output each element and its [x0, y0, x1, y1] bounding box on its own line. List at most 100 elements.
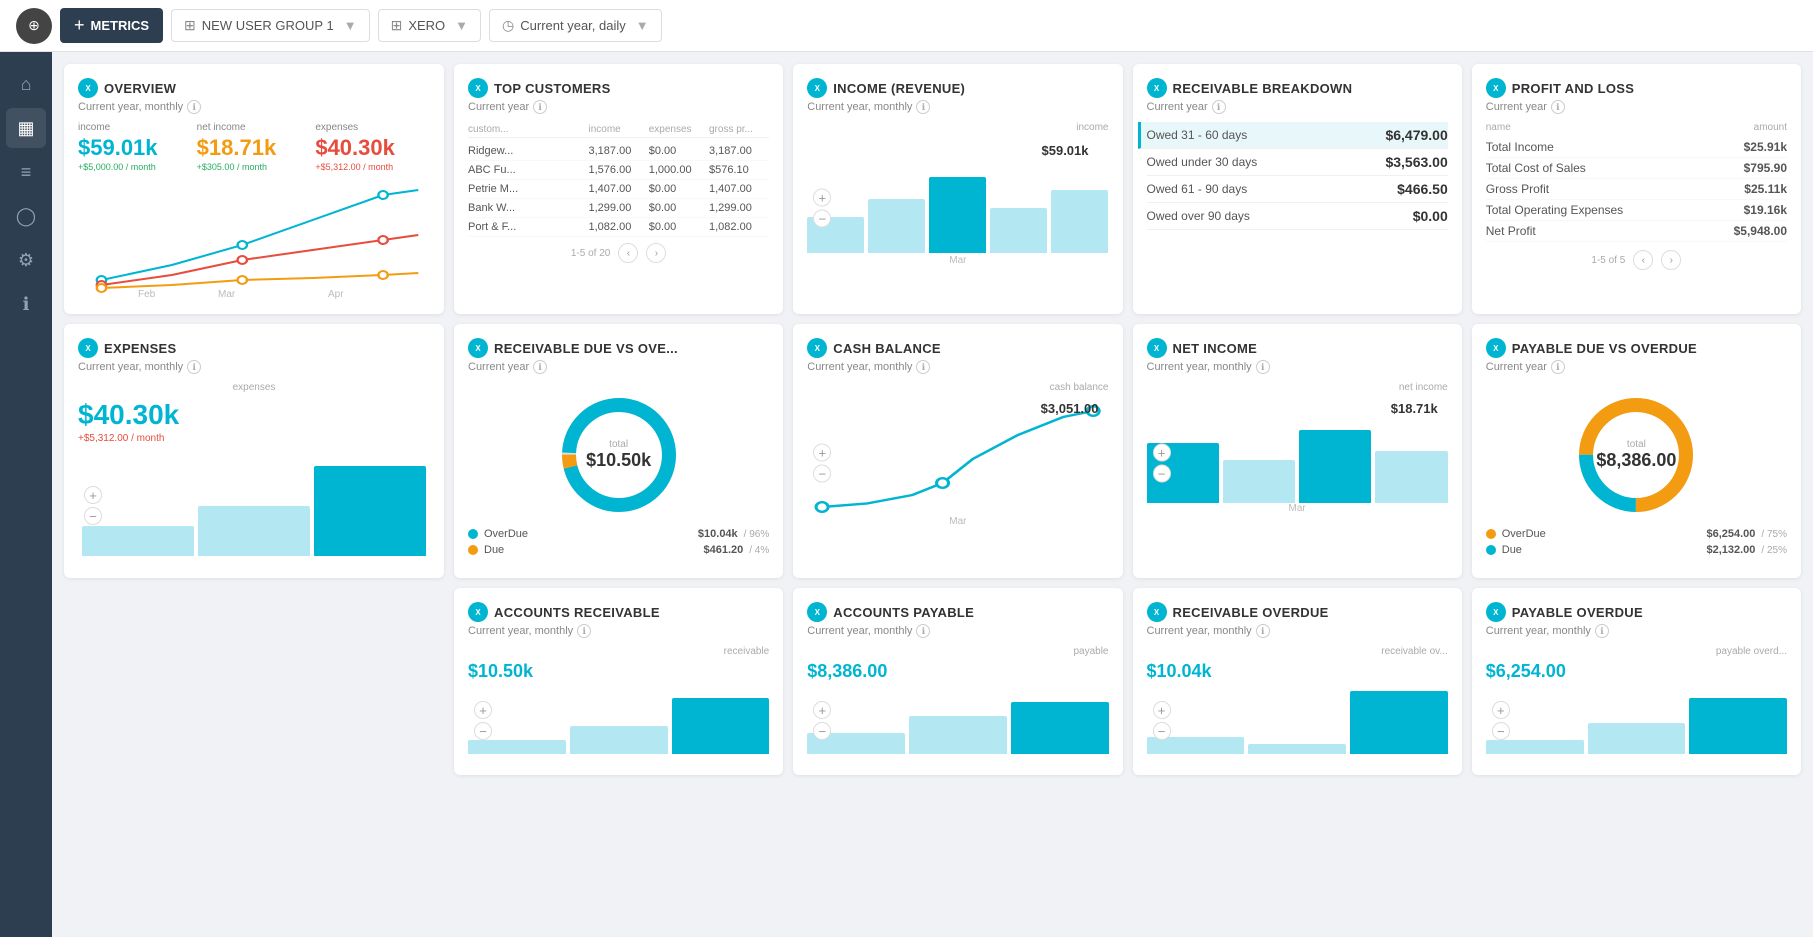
net-income-label: net income: [197, 122, 312, 133]
cb-zoom-out[interactable]: −: [813, 465, 831, 483]
sidebar-item-info[interactable]: ℹ: [6, 284, 46, 324]
ro-zoom-in[interactable]: +: [1153, 701, 1171, 719]
ar-zoom-out[interactable]: −: [474, 722, 492, 740]
ir-info-icon[interactable]: ℹ: [916, 100, 930, 114]
po-bar-3: [1689, 698, 1787, 754]
sidebar-item-list[interactable]: ≡: [6, 152, 46, 192]
pl-title: PROFIT AND LOSS: [1512, 81, 1634, 96]
cb-zoom-in[interactable]: +: [813, 444, 831, 462]
ar-bar-1: [468, 740, 566, 754]
xero-icon: ⊞: [391, 17, 403, 34]
ir-bar-4: [990, 208, 1047, 253]
top-nav: ⊕ + METRICS ⊞ NEW USER GROUP 1 ▼ ⊞ XERO …: [0, 0, 1813, 52]
ar-bar-2: [570, 726, 668, 754]
pdv-donut-label: total $8,386.00: [1596, 439, 1676, 471]
sidebar-item-dashboard[interactable]: ▦: [6, 108, 46, 148]
sidebar-item-tools[interactable]: ⚙: [6, 240, 46, 280]
overview-info-icon[interactable]: ℹ: [187, 100, 201, 114]
rb-rows: Owed 31 - 60 days $6,479.00 Owed under 3…: [1147, 122, 1448, 230]
ni-info-icon[interactable]: ℹ: [1256, 360, 1270, 374]
ir-zoom-in[interactable]: +: [813, 189, 831, 207]
ap-info-icon[interactable]: ℹ: [916, 624, 930, 638]
logo: ⊕: [16, 8, 52, 44]
ap-value: $8,386.00: [807, 661, 1108, 682]
tc-prev-button[interactable]: ‹: [618, 243, 638, 263]
ap-bar-3: [1011, 702, 1109, 755]
ar-zoom-in[interactable]: +: [474, 701, 492, 719]
pdv-header: X PAYABLE DUE VS OVERDUE: [1486, 338, 1787, 358]
po-header: X PAYABLE OVERDUE: [1486, 602, 1787, 622]
pdv-badge: X: [1486, 338, 1506, 358]
ap-zoom-in[interactable]: +: [813, 701, 831, 719]
ar-chart: $10.50k + −: [468, 661, 769, 761]
exp-zoom-out[interactable]: −: [84, 507, 102, 525]
rb-header: X RECEIVABLE BREAKDOWN: [1147, 78, 1448, 98]
ap-title: ACCOUNTS PAYABLE: [833, 605, 974, 620]
pdv-info-icon[interactable]: ℹ: [1551, 360, 1565, 374]
xero-dropdown[interactable]: ⊞ XERO ▼: [378, 9, 481, 42]
exp-label: expenses: [78, 382, 430, 393]
tc-title: TOP CUSTOMERS: [494, 81, 611, 96]
date-chevron-icon: ▼: [636, 18, 649, 33]
rdv-donut-container: total $10.50k OverDue $10.04k / 96%: [468, 382, 769, 564]
po-zoom-out[interactable]: −: [1492, 722, 1510, 740]
cb-info-icon[interactable]: ℹ: [916, 360, 930, 374]
exp-zoom-in[interactable]: +: [84, 486, 102, 504]
ap-zoom-out[interactable]: −: [813, 722, 831, 740]
ir-axis-label: Mar: [807, 255, 1108, 266]
tc-next-button[interactable]: ›: [646, 243, 666, 263]
pl-info-icon[interactable]: ℹ: [1551, 100, 1565, 114]
ro-badge: X: [1147, 602, 1167, 622]
rb-info-icon[interactable]: ℹ: [1212, 100, 1226, 114]
ro-info-icon[interactable]: ℹ: [1256, 624, 1270, 638]
ap-subtitle: Current year, monthly ℹ: [807, 624, 1108, 638]
tc-page-info: 1-5 of 20: [571, 248, 610, 259]
expenses-card: X EXPENSES Current year, monthly ℹ expen…: [64, 324, 444, 578]
tc-info-icon[interactable]: ℹ: [533, 100, 547, 114]
ro-bar-3: [1350, 691, 1448, 754]
pl-row-4: Total Operating Expenses$19.16k: [1486, 200, 1787, 221]
ar-value: $10.50k: [468, 661, 769, 682]
ir-zoom-out[interactable]: −: [813, 210, 831, 228]
main-layout: ⌂ ▦ ≡ ◯ ⚙ ℹ X OVERVIEW Current year, mon…: [0, 52, 1813, 937]
row-2: X EXPENSES Current year, monthly ℹ expen…: [64, 324, 1801, 578]
ro-header: X RECEIVABLE OVERDUE: [1147, 602, 1448, 622]
rb-title: RECEIVABLE BREAKDOWN: [1173, 81, 1353, 96]
overview-line-chart: [78, 180, 430, 300]
pdv-title: PAYABLE DUE VS OVERDUE: [1512, 341, 1697, 356]
overview-card: X OVERVIEW Current year, monthly ℹ incom…: [64, 64, 444, 314]
sidebar-item-user[interactable]: ◯: [6, 196, 46, 236]
po-zoom-in[interactable]: +: [1492, 701, 1510, 719]
net-income-value: $18.71k: [197, 135, 312, 161]
sidebar-item-home[interactable]: ⌂: [6, 64, 46, 104]
overview-metrics: income $59.01k +$5,000.00 / month net in…: [78, 122, 430, 172]
rdv-info-icon[interactable]: ℹ: [533, 360, 547, 374]
rb-row-3: Owed 61 - 90 days $466.50: [1147, 176, 1448, 203]
tc-table-header: custom... income expenses gross pr...: [468, 122, 769, 138]
group-dropdown[interactable]: ⊞ NEW USER GROUP 1 ▼: [171, 9, 370, 42]
ro-subtitle: Current year, monthly ℹ: [1147, 624, 1448, 638]
ni-zoom-out[interactable]: −: [1153, 465, 1171, 483]
rb-row-1: Owed 31 - 60 days $6,479.00: [1138, 122, 1448, 149]
ro-zoom-out[interactable]: −: [1153, 722, 1171, 740]
cash-balance-card: X CASH BALANCE Current year, monthly ℹ c…: [793, 324, 1122, 578]
exp-info-icon[interactable]: ℹ: [187, 360, 201, 374]
ir-badge: X: [807, 78, 827, 98]
ni-zoom-in[interactable]: +: [1153, 444, 1171, 462]
ar-info-icon[interactable]: ℹ: [577, 624, 591, 638]
row-1: X OVERVIEW Current year, monthly ℹ incom…: [64, 64, 1801, 314]
add-metrics-button[interactable]: + METRICS: [60, 8, 163, 43]
income-revenue-card: X INCOME (REVENUE) Current year, monthly…: [793, 64, 1122, 314]
po-title: PAYABLE OVERDUE: [1512, 605, 1643, 620]
pl-header: X PROFIT AND LOSS: [1486, 78, 1787, 98]
date-dropdown[interactable]: ◷ Current year, daily ▼: [489, 9, 662, 42]
pl-col-header: name amount: [1486, 122, 1787, 133]
rb-row-4: Owed over 90 days $0.00: [1147, 203, 1448, 230]
pl-prev-button[interactable]: ‹: [1633, 250, 1653, 270]
pdv-overdue-dot: [1486, 529, 1496, 539]
pdv-donut-container: total $8,386.00 OverDue $6,254.00 / 75%: [1486, 382, 1787, 564]
po-info-icon[interactable]: ℹ: [1595, 624, 1609, 638]
pl-next-button[interactable]: ›: [1661, 250, 1681, 270]
xero-label: XERO: [408, 18, 445, 33]
rdv-header: X RECEIVABLE DUE VS OVE...: [468, 338, 769, 358]
